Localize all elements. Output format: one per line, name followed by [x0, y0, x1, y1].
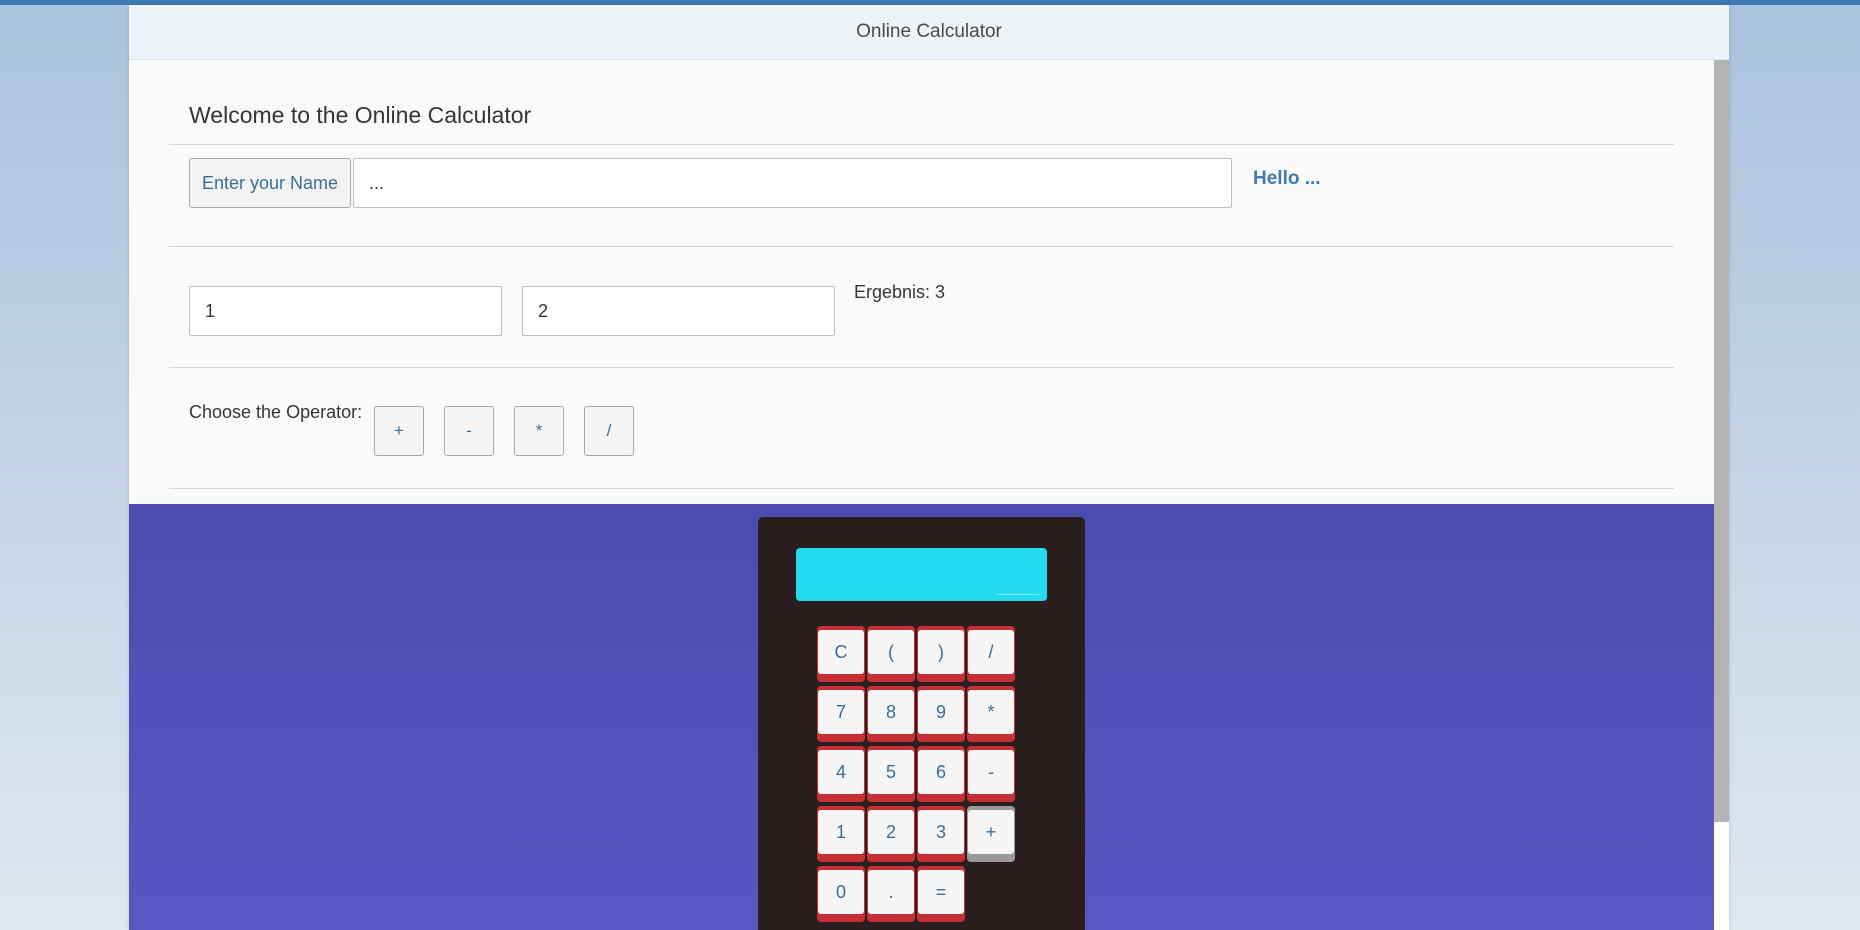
key-close-paren[interactable]: ) — [917, 626, 965, 682]
key-9[interactable]: 9 — [917, 686, 965, 742]
operator-multiply-button[interactable]: * — [514, 406, 564, 456]
scrollbar-end — [1714, 822, 1729, 930]
key-minus[interactable]: - — [967, 746, 1015, 802]
key-6[interactable]: 6 — [917, 746, 965, 802]
calculator-body: C ( ) / 7 8 9 * 4 5 6 - 1 2 3 + 0 . = — [758, 517, 1085, 930]
operator-minus-button[interactable]: - — [444, 406, 494, 456]
key-divide[interactable]: / — [967, 626, 1015, 682]
divider — [169, 488, 1674, 489]
key-4[interactable]: 4 — [817, 746, 865, 802]
key-open-paren[interactable]: ( — [867, 626, 915, 682]
display-cursor-line — [997, 594, 1039, 595]
operator-plus-button[interactable]: + — [374, 406, 424, 456]
key-equals[interactable]: = — [917, 866, 965, 922]
key-7[interactable]: 7 — [817, 686, 865, 742]
page-title: Online Calculator — [856, 21, 1002, 42]
key-3[interactable]: 3 — [917, 806, 965, 862]
key-8[interactable]: 8 — [867, 686, 915, 742]
second-number-input[interactable] — [522, 286, 835, 336]
enter-name-button[interactable]: Enter your Name — [189, 158, 351, 208]
divider — [169, 367, 1674, 368]
name-input[interactable] — [353, 158, 1232, 208]
key-1[interactable]: 1 — [817, 806, 865, 862]
key-clear[interactable]: C — [817, 626, 865, 682]
key-0[interactable]: 0 — [817, 866, 865, 922]
key-plus[interactable]: + — [967, 806, 1015, 862]
calculator-display — [796, 548, 1047, 601]
app-header: Online Calculator — [129, 5, 1729, 60]
scrollbar-thumb[interactable] — [1714, 60, 1729, 822]
operator-label: Choose the Operator: — [189, 402, 363, 422]
first-number-input[interactable] — [189, 286, 502, 336]
result-text: Ergebnis: 3 — [854, 282, 946, 302]
operator-divide-button[interactable]: / — [584, 406, 634, 456]
key-2[interactable]: 2 — [867, 806, 915, 862]
key-5[interactable]: 5 — [867, 746, 915, 802]
divider — [169, 144, 1674, 145]
divider — [169, 246, 1674, 247]
form-content: Welcome to the Online Calculator Enter y… — [129, 60, 1714, 509]
key-multiply[interactable]: * — [967, 686, 1015, 742]
welcome-heading: Welcome to the Online Calculator — [189, 102, 532, 128]
key-decimal[interactable]: . — [867, 866, 915, 922]
greeting-text: Hello ... — [1253, 168, 1321, 189]
